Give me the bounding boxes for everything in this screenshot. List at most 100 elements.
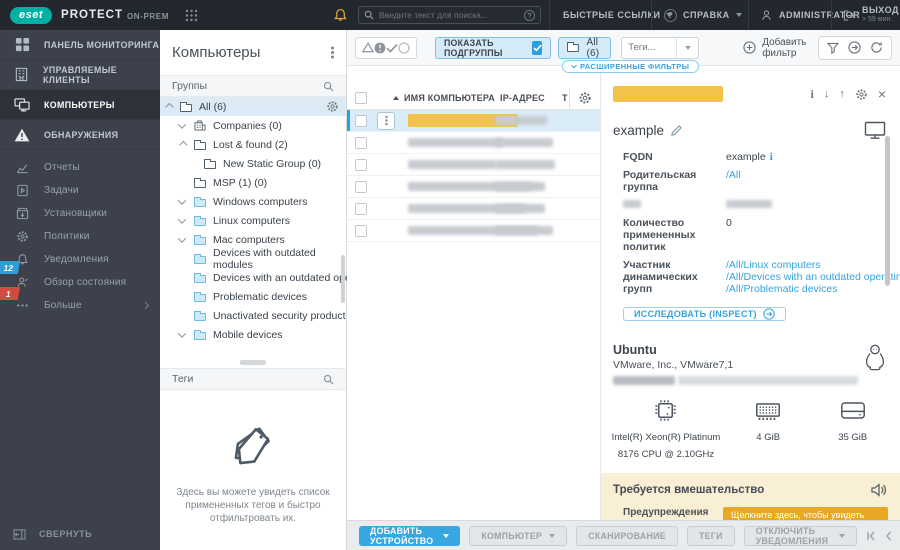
tree-item-linux-computers[interactable]: Linux computers <box>160 211 346 230</box>
column-settings-gear-icon[interactable] <box>578 91 592 105</box>
row-checkbox[interactable] <box>355 202 367 215</box>
groups-search-icon[interactable] <box>323 81 334 92</box>
status-badge-blue[interactable]: 12 <box>0 261 21 274</box>
tree-item-windows-computers[interactable]: Windows computers <box>160 192 346 211</box>
panel-menu-kebab-icon[interactable] <box>331 51 334 54</box>
group-gear-icon[interactable] <box>326 100 339 113</box>
go-to-icon[interactable] <box>848 41 861 54</box>
groups-scrollbar[interactable] <box>341 255 345 303</box>
sidebar-item-status-overview[interactable]: Обзор состояния <box>0 271 160 294</box>
dynamic-group-link[interactable]: /All/Problematic devices <box>726 283 900 295</box>
tree-item-mobile-devices[interactable]: Mobile devices <box>160 325 346 344</box>
inspect-button[interactable]: ИССЛЕДОВАТЬ (INSPECT) <box>623 307 786 321</box>
chevron-up-icon[interactable] <box>179 140 188 149</box>
prev-page-icon[interactable] <box>884 531 892 541</box>
sidebar-item-reports[interactable]: Отчеты <box>0 156 160 179</box>
table-row[interactable] <box>347 220 600 242</box>
mute-notifications-button[interactable]: ОТКЛЮЧИТЬ УВЕДОМЛЕНИЯ <box>743 525 857 546</box>
sidebar-item-managed-clients[interactable]: УПРАВЛЯЕМЫЕ КЛИЕНТЫ <box>0 60 160 90</box>
edit-pencil-icon[interactable] <box>671 125 682 136</box>
chevron-down-icon[interactable] <box>177 119 187 129</box>
notifications-bell-icon[interactable] <box>333 0 348 30</box>
tags-filter-dropdown[interactable] <box>621 36 700 59</box>
tree-item-devices-outdated-os[interactable]: Devices with an outdated operating syste… <box>160 268 413 287</box>
dynamic-group-link[interactable]: /All/Linux computers <box>726 259 900 271</box>
tree-item-all[interactable]: All (6) <box>160 97 346 116</box>
check-icon[interactable] <box>386 43 398 53</box>
info-icon[interactable]: i <box>810 87 813 102</box>
group-filter-chip[interactable]: All (6) <box>558 36 612 59</box>
tree-item-devices-outdated-modules[interactable]: Devices with outdated modules <box>160 247 346 271</box>
parent-group-link[interactable]: /All <box>726 169 741 181</box>
filter-funnel-icon[interactable] <box>827 42 840 54</box>
tags-search-icon[interactable] <box>323 374 334 385</box>
splitter-handle[interactable] <box>240 359 266 365</box>
error-circle-icon[interactable] <box>374 42 386 54</box>
scan-button[interactable]: СКАНИРОВАНИЕ <box>576 525 678 546</box>
panel-splitter[interactable] <box>160 356 346 368</box>
eset-logo[interactable]: eset <box>10 6 53 24</box>
circle-status-icon[interactable] <box>398 41 410 54</box>
warnings-list-button[interactable]: Щелкните здесь, чтобы увидеть список <box>723 507 888 520</box>
table-row[interactable] <box>347 132 600 154</box>
arrow-down-icon[interactable]: ↓ <box>824 88 830 100</box>
quick-links-menu[interactable]: БЫСТРЫЕ ССЫЛКИ <box>563 0 673 30</box>
dropdown-arrow[interactable] <box>676 37 698 58</box>
tree-item-msp[interactable]: MSP (1) (0) <box>160 173 346 192</box>
chevron-up-icon[interactable] <box>165 102 174 111</box>
tags-filter-input[interactable] <box>622 42 677 53</box>
add-filter-button[interactable]: Добавить фильтр <box>743 37 818 59</box>
details-scrollbar[interactable] <box>885 136 890 286</box>
refresh-icon[interactable] <box>870 41 883 54</box>
tree-item-unactivated-security[interactable]: Unactivated security product <box>160 306 346 325</box>
sidebar-item-notifications[interactable]: Уведомления <box>0 248 160 271</box>
sidebar-item-policies[interactable]: Политики <box>0 225 160 248</box>
tags-button[interactable]: ТЕГИ <box>686 525 735 546</box>
close-icon[interactable]: × <box>878 87 886 101</box>
computer-actions-button[interactable]: КОМПЬЮТЕР <box>469 525 568 546</box>
tree-item-problematic-devices[interactable]: Problematic devices <box>160 287 346 306</box>
tree-item-lost-and-found[interactable]: Lost & found (2) <box>160 135 346 154</box>
search-help-icon[interactable]: ? <box>524 9 535 21</box>
checkbox-checked-icon[interactable] <box>532 40 543 55</box>
sidebar-item-detections[interactable]: ОБНАРУЖЕНИЯ <box>0 120 160 150</box>
sidebar-item-more[interactable]: Больше <box>0 294 160 317</box>
arrow-up-icon[interactable]: ↑ <box>839 88 845 100</box>
chevron-down-icon[interactable] <box>177 195 187 205</box>
speaker-icon[interactable] <box>870 482 888 498</box>
chevron-down-icon[interactable] <box>177 214 187 224</box>
advanced-filters-toggle[interactable]: РАСШИРЕННЫЕ ФИЛЬТРЫ <box>562 60 700 73</box>
column-header-ip[interactable]: IP-АДРЕС <box>500 93 545 103</box>
table-row-selected[interactable] <box>347 110 600 132</box>
table-row[interactable] <box>347 154 600 176</box>
table-row[interactable] <box>347 198 600 220</box>
row-checkbox[interactable] <box>355 136 367 149</box>
row-checkbox[interactable] <box>355 224 367 237</box>
chevron-down-icon[interactable] <box>177 328 187 338</box>
column-header-name[interactable]: ИМЯ КОМПЬЮТЕРА <box>404 93 495 103</box>
first-page-icon[interactable] <box>866 531 876 541</box>
sidebar-item-installers[interactable]: Установщики <box>0 202 160 225</box>
column-header-truncated[interactable]: Т <box>562 93 568 103</box>
row-checkbox[interactable] <box>355 180 367 193</box>
show-subgroups-toggle[interactable]: ПОКАЗАТЬ ПОДГРУППЫ <box>435 36 552 59</box>
dynamic-group-link[interactable]: /All/Devices with an outdated operating … <box>726 271 900 283</box>
collapse-sidebar-button[interactable]: СВЕРНУТЬ <box>0 518 160 550</box>
warning-triangle-icon[interactable] <box>362 42 374 53</box>
tree-item-companies[interactable]: Companies (0) <box>160 116 346 135</box>
tree-item-new-static-group[interactable]: New Static Group (0) <box>160 154 346 173</box>
chevron-down-icon[interactable] <box>177 233 187 243</box>
add-device-button[interactable]: ДОБАВИТЬ УСТРОЙСТВО <box>359 525 461 546</box>
search-input[interactable] <box>379 10 524 20</box>
logout-button[interactable]: ВЫХОД > 59 мин. <box>842 0 899 30</box>
apps-grid-icon[interactable] <box>185 9 198 22</box>
info-icon[interactable]: i <box>770 151 773 163</box>
row-checkbox[interactable] <box>355 158 367 171</box>
status-badge-red[interactable]: 1 <box>0 287 21 300</box>
row-actions-kebab[interactable] <box>377 111 395 130</box>
global-search[interactable]: ? <box>358 6 541 24</box>
table-row[interactable] <box>347 176 600 198</box>
row-checkbox[interactable] <box>355 114 367 127</box>
settings-gear-icon[interactable] <box>855 88 868 101</box>
sidebar-item-computers[interactable]: КОМПЬЮТЕРЫ <box>0 90 160 120</box>
